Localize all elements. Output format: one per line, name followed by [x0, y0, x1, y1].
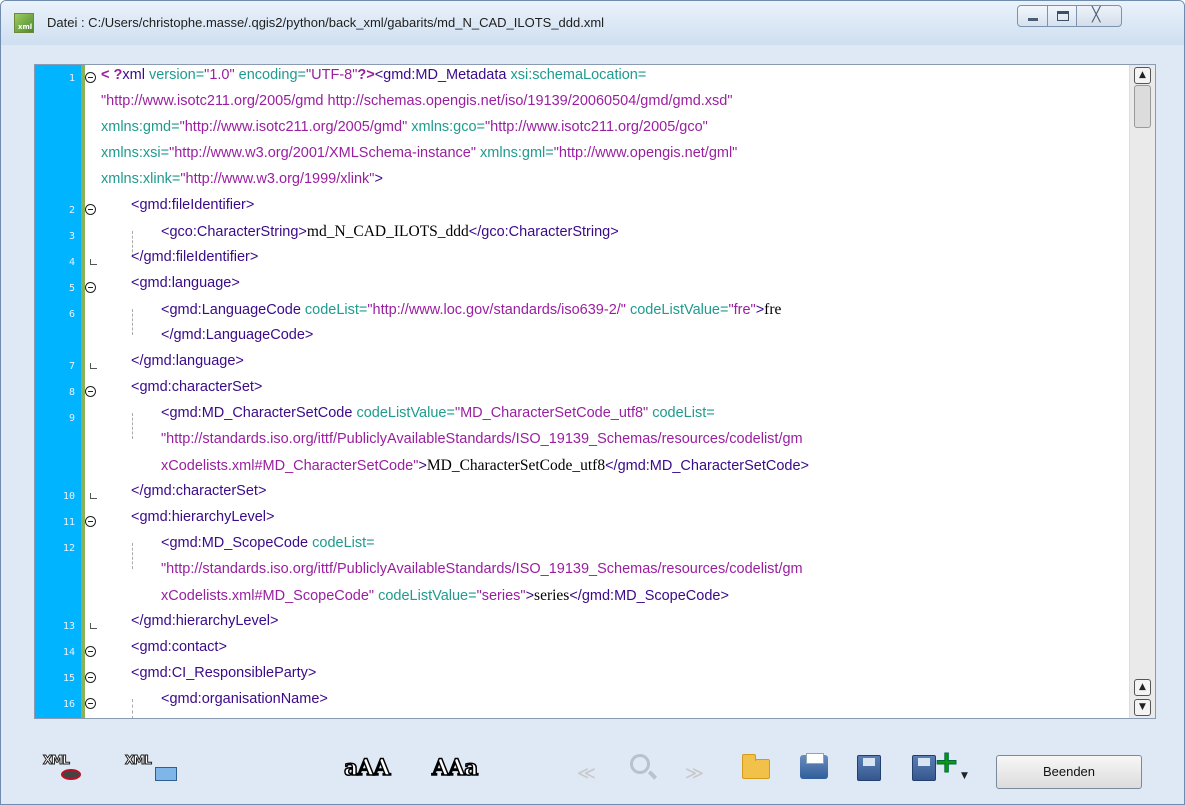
- maximize-icon: [1057, 11, 1069, 21]
- code-line: <gmd:fileIdentifier>: [131, 197, 255, 213]
- indent-guide: [132, 309, 133, 335]
- close-window-button[interactable]: ╳: [1076, 5, 1122, 27]
- line-number: 11: [62, 517, 75, 528]
- title-bar[interactable]: xml Datei : C:/Users/christophe.masse/.q…: [1, 1, 1184, 45]
- add-icon[interactable]: +: [933, 745, 959, 781]
- code-line: <gmd:hierarchyLevel>: [131, 509, 275, 525]
- code-line: xmlns:xlink="http://www.w3.org/1999/xlin…: [101, 171, 383, 187]
- code-line: <gmd:language>: [131, 275, 240, 291]
- vertical-scrollbar[interactable]: ▲ ▲ ▼: [1129, 65, 1155, 718]
- code-line: xmlns:xsi="http://www.w3.org/2001/XMLSch…: [101, 145, 738, 161]
- fold-toggle-icon[interactable]: [85, 698, 96, 709]
- indent-guide: [132, 699, 133, 718]
- fold-toggle-icon[interactable]: [85, 204, 96, 215]
- application-window: xml Datei : C:/Users/christophe.masse/.q…: [0, 0, 1185, 805]
- code-line: <gmd:CI_ResponsibleParty>: [131, 665, 317, 681]
- font-larger-button[interactable]: AAa: [431, 754, 479, 782]
- code-line: "http://standards.iso.org/ittf/PubliclyA…: [161, 561, 803, 577]
- code-line: </gmd:LanguageCode>: [161, 327, 314, 343]
- code-line: </gmd:fileIdentifier>: [131, 249, 259, 265]
- printer-icon[interactable]: [800, 753, 828, 779]
- line-number: 5: [68, 283, 75, 294]
- next-result-button[interactable]: ≫: [685, 763, 704, 784]
- line-number: 6: [68, 309, 75, 320]
- scroll-down-button[interactable]: ▼: [1134, 699, 1151, 716]
- fold-toggle-icon[interactable]: [85, 282, 96, 293]
- code-line: xCodelists.xml#MD_CharacterSetCode">MD_C…: [161, 457, 809, 474]
- code-line: <gmd:MD_ScopeCode codeList=: [161, 535, 375, 551]
- fold-toggle-icon[interactable]: [85, 672, 96, 683]
- line-number: 8: [68, 387, 75, 398]
- scroll-page-up-button[interactable]: ▲: [1134, 679, 1151, 696]
- code-line: xCodelists.xml#MD_ScopeCode" codeListVal…: [161, 587, 729, 604]
- save-as-icon[interactable]: [912, 755, 936, 781]
- line-number: 7: [68, 361, 75, 372]
- code-line: "http://standards.iso.org/ittf/PubliclyA…: [161, 431, 803, 447]
- close-icon: ╳: [1092, 7, 1101, 23]
- code-line: < ?xml version="1.0" encoding="UTF-8"?><…: [101, 67, 647, 83]
- bottom-toolbar: XML XML aAA AAa ≪ ≫ + ▼ Beenden: [1, 731, 1184, 804]
- xml-editor[interactable]: 1 2 3 4 5 6 7 8 9 10 11 12 13 14 15 16 <…: [34, 64, 1156, 719]
- line-number: 9: [68, 413, 75, 424]
- line-number: 15: [62, 673, 75, 684]
- line-number: 10: [62, 491, 75, 502]
- code-line: xmlns:gmd="http://www.isotc211.org/2005/…: [101, 119, 708, 135]
- chevron-up-icon: ▲: [1139, 682, 1146, 692]
- search-icon[interactable]: [630, 754, 650, 774]
- quit-button[interactable]: Beenden: [996, 755, 1142, 789]
- fold-toggle-icon[interactable]: [85, 386, 96, 397]
- line-number: 4: [68, 257, 75, 268]
- line-number: 12: [62, 543, 75, 554]
- xml-display-button[interactable]: XML: [121, 749, 183, 789]
- font-smaller-button[interactable]: aAA: [343, 754, 391, 782]
- line-number: 3: [68, 231, 75, 242]
- scroll-thumb[interactable]: [1134, 85, 1151, 128]
- code-line: </gmd:characterSet>: [131, 483, 267, 499]
- scroll-up-button[interactable]: ▲: [1134, 67, 1151, 84]
- view-xml-button[interactable]: XML: [39, 749, 93, 789]
- eye-icon: [61, 769, 81, 780]
- code-line: <gco:CharacterString>md_N_CAD_ILOTS_ddd<…: [161, 223, 619, 240]
- fold-end-icon: [90, 623, 97, 629]
- code-line: </gmd:hierarchyLevel>: [131, 613, 279, 629]
- xml-view-icon: XML: [43, 753, 71, 768]
- xml-file-icon: xml: [14, 13, 34, 33]
- dropdown-caret-icon[interactable]: ▼: [961, 771, 968, 781]
- code-line: <gmd:characterSet>: [131, 379, 263, 395]
- fold-toggle-icon[interactable]: [85, 72, 96, 83]
- save-icon[interactable]: [857, 755, 881, 781]
- window-title: Datei : C:/Users/christophe.masse/.qgis2…: [47, 15, 605, 30]
- fold-end-icon: [90, 363, 97, 369]
- monitor-icon: [155, 767, 177, 781]
- line-number: 2: [68, 205, 75, 216]
- fold-toggle-icon[interactable]: [85, 516, 96, 527]
- fold-end-icon: [90, 259, 97, 265]
- maximize-button[interactable]: [1047, 5, 1077, 27]
- indent-guide: [132, 413, 133, 439]
- minimize-icon: [1028, 18, 1038, 21]
- indent-guide: [132, 543, 133, 569]
- code-line: </gmd:language>: [131, 353, 244, 369]
- line-number: 14: [62, 647, 75, 658]
- line-number-gutter: 1 2 3 4 5 6 7 8 9 10 11 12 13 14 15 16: [35, 65, 81, 718]
- chevron-up-icon: ▲: [1139, 70, 1146, 80]
- line-number: 13: [62, 621, 75, 632]
- fold-end-icon: [90, 493, 97, 499]
- open-folder-icon[interactable]: [742, 754, 770, 779]
- code-line: <gmd:organisationName>: [161, 691, 328, 707]
- fold-toggle-icon[interactable]: [85, 646, 96, 657]
- code-line: <gmd:MD_CharacterSetCode codeListValue="…: [161, 405, 715, 421]
- chevron-down-icon: ▼: [1139, 702, 1146, 712]
- xml-display-icon: XML: [125, 753, 153, 768]
- previous-result-button[interactable]: ≪: [577, 763, 596, 784]
- minimize-button[interactable]: [1017, 5, 1048, 27]
- line-number: 16: [62, 699, 75, 710]
- code-line: "http://www.isotc211.org/2005/gmd http:/…: [101, 93, 733, 109]
- code-line: <gmd:LanguageCode codeList="http://www.l…: [161, 301, 782, 318]
- line-number: 1: [68, 73, 75, 84]
- code-line: <gmd:contact>: [131, 639, 227, 655]
